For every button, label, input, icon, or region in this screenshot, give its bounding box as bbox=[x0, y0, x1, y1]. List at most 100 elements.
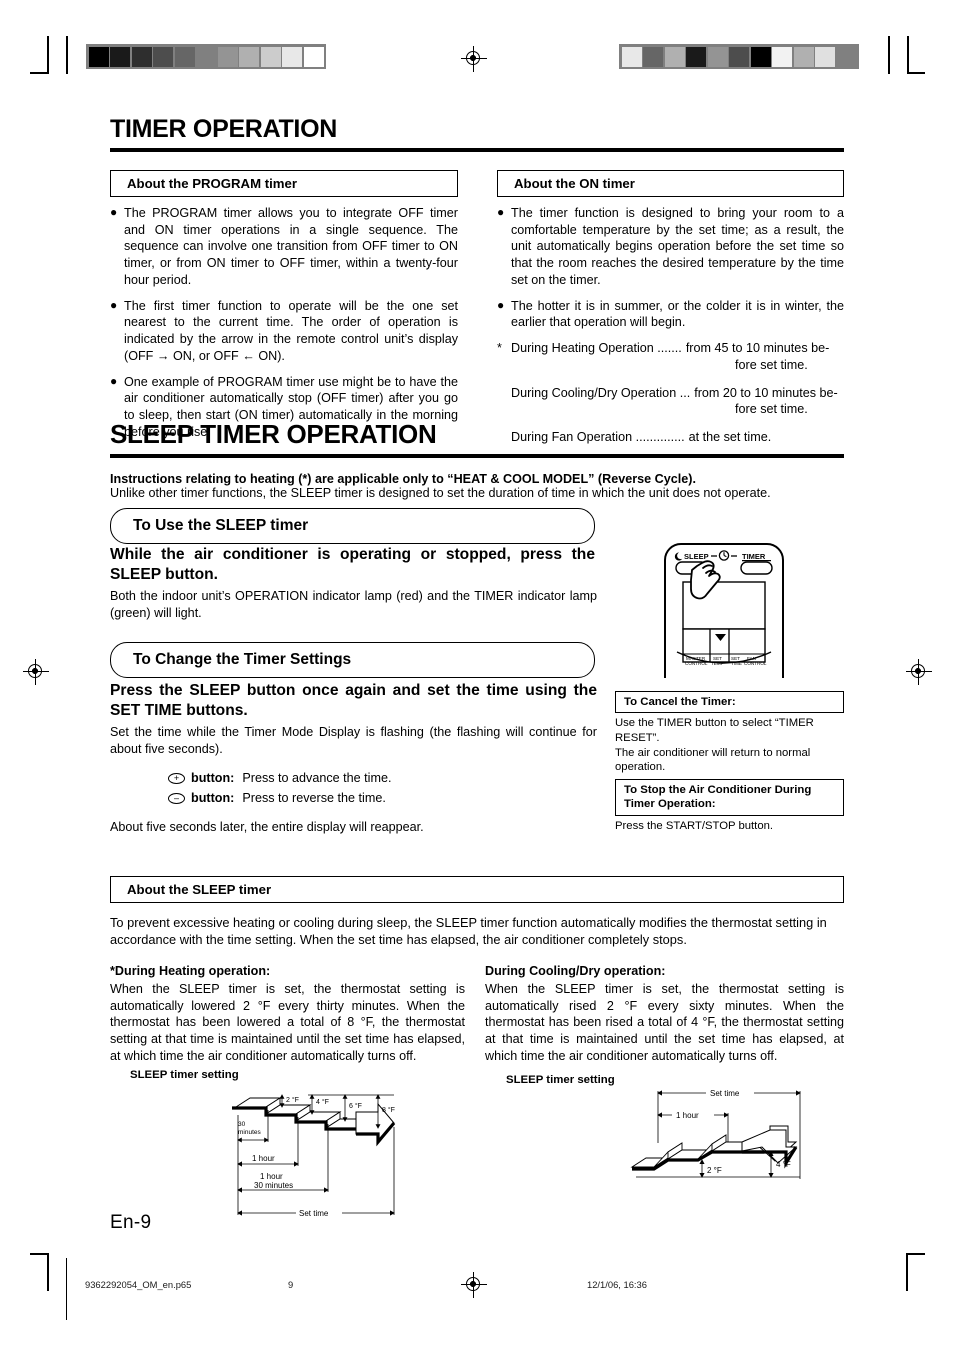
about-sleep-timer-body: To prevent excessive heating or cooling … bbox=[110, 915, 827, 948]
bullet-dot-icon: ● bbox=[110, 297, 118, 312]
on-timer-row-heating-value2: fore set time. bbox=[735, 357, 808, 372]
calibration-swatch bbox=[131, 46, 152, 67]
calibration-swatch bbox=[729, 46, 749, 67]
svg-text:SLEEP: SLEEP bbox=[684, 552, 709, 561]
calibration-swatch bbox=[815, 46, 835, 67]
calibration-swatch bbox=[196, 46, 216, 67]
on-timer-row-fan: During Fan Operation .............. at t… bbox=[497, 429, 844, 446]
registration-mark-left bbox=[23, 659, 49, 685]
on-timer-row-fan-value: at the set time. bbox=[688, 430, 772, 445]
to-use-sleep-timer-detail: Both the indoor unit’s OPERATION indicat… bbox=[110, 589, 597, 620]
page-number: En-9 bbox=[110, 1212, 152, 1233]
on-timer-panel: About the ON timer ● The timer function … bbox=[497, 170, 844, 446]
calibration-swatch bbox=[621, 46, 642, 67]
calibration-swatch bbox=[88, 46, 109, 67]
on-timer-row-heating-cont: fore set time. bbox=[497, 357, 844, 374]
set-time-minus-row: – button: Press to reverse the time. bbox=[168, 789, 391, 809]
stop-air-conditioner-heading: To Stop the Air Conditioner During Timer… bbox=[615, 779, 844, 816]
minus-button-icon[interactable]: – bbox=[168, 792, 185, 804]
registration-mark-bottom-center bbox=[461, 1272, 487, 1298]
to-change-timer-settings-detail: Set the time while the Timer Mode Displa… bbox=[110, 725, 597, 756]
about-sleep-timer-panel: About the SLEEP timer To prevent excessi… bbox=[110, 876, 844, 949]
footer-timestamp: 12/1/06, 16:36 bbox=[587, 1279, 647, 1290]
program-timer-heading: About the PROGRAM timer bbox=[110, 170, 458, 197]
cooling-diagram-caption: SLEEP timer setting bbox=[506, 1074, 615, 1086]
svg-text:Set time: Set time bbox=[710, 1089, 740, 1098]
about-sleep-timer-heading: About the SLEEP timer bbox=[110, 876, 844, 903]
section-rule-1 bbox=[110, 148, 844, 152]
minus-button-label: button: bbox=[191, 790, 235, 805]
registration-mark-top-center bbox=[461, 46, 487, 72]
heating-diagram: 2 °F 4 °F 6 °F 8 °F 30 minutes 1 hour 1 … bbox=[228, 1082, 400, 1220]
svg-text:1 hour: 1 hour bbox=[252, 1154, 275, 1163]
calibration-swatch bbox=[836, 46, 857, 67]
calibration-swatch bbox=[643, 46, 663, 67]
heating-operation-body: When the SLEEP timer is set, the thermos… bbox=[110, 982, 465, 1063]
calibration-swatch bbox=[772, 46, 792, 67]
bullet-dot-icon: ● bbox=[497, 297, 505, 312]
svg-text:1 hour: 1 hour bbox=[676, 1111, 699, 1120]
svg-text:6 °F: 6 °F bbox=[349, 1102, 362, 1110]
on-timer-heading: About the ON timer bbox=[497, 170, 844, 197]
sleep-intro-text: Unlike other timer functions, the SLEEP … bbox=[110, 486, 771, 500]
calibration-swatch bbox=[282, 46, 302, 67]
calibration-swatch bbox=[239, 46, 259, 67]
svg-text:2 °F: 2 °F bbox=[286, 1096, 299, 1104]
program-bullet-2: ● The first timer function to operate wi… bbox=[110, 298, 458, 365]
to-change-timer-settings-heading: To Change the Timer Settings bbox=[110, 642, 595, 678]
on-bullet-2-text: The hotter it is in summer, or the colde… bbox=[511, 298, 844, 330]
calibration-swatch bbox=[793, 46, 814, 67]
on-timer-row-heating: * During Heating Operation ....... from … bbox=[497, 340, 844, 357]
on-bullet-1-text: The timer function is designed to bring … bbox=[511, 206, 844, 287]
crop-mark-bottom-right-v bbox=[906, 1253, 908, 1291]
calibration-swatch bbox=[750, 46, 771, 67]
crop-mark-top-left-v2 bbox=[66, 36, 68, 74]
calibration-swatch bbox=[174, 46, 195, 67]
stop-air-conditioner-panel: To Stop the Air Conditioner During Timer… bbox=[615, 779, 844, 833]
on-timer-row-cooling-value: from 20 to 10 minutes be- bbox=[694, 385, 838, 400]
set-time-button-list: + button: Press to advance the time. – b… bbox=[168, 769, 391, 808]
on-timer-row-cooling: During Cooling/Dry Operation ... from 20… bbox=[497, 385, 844, 402]
section-rule-2 bbox=[110, 454, 844, 458]
registration-mark-right bbox=[906, 659, 932, 685]
to-use-sleep-timer-heading: To Use the SLEEP timer bbox=[110, 508, 595, 544]
calibration-swatch bbox=[153, 46, 173, 67]
on-timer-row-heating-value: from 45 to 10 minutes be- bbox=[685, 341, 830, 356]
crop-mark-bottom-left-v bbox=[47, 1253, 49, 1291]
bullet-dot-icon: ● bbox=[497, 205, 505, 219]
calibration-swatch bbox=[707, 46, 728, 67]
svg-text:30: 30 bbox=[238, 1121, 246, 1128]
crop-mark-bottom-left-h bbox=[30, 1253, 48, 1255]
calibration-swatch bbox=[217, 46, 238, 67]
on-bullet-1: ● The timer function is designed to brin… bbox=[497, 205, 844, 289]
calibration-swatch bbox=[260, 46, 281, 67]
plus-button-icon[interactable]: + bbox=[168, 773, 185, 785]
program-bullet-1-text: The PROGRAM timer allows you to integrat… bbox=[124, 206, 458, 287]
svg-text:4 °F: 4 °F bbox=[316, 1098, 329, 1106]
svg-text:4 °F: 4 °F bbox=[776, 1160, 791, 1169]
to-use-sleep-timer-instruction: While the air conditioner is operating o… bbox=[110, 546, 595, 583]
on-timer-row-cooling-label: During Cooling/Dry Operation ... bbox=[511, 385, 691, 400]
footer-page-number: 9 bbox=[288, 1279, 294, 1290]
cancel-timer-body: Use the TIMER button to select “TIMER RE… bbox=[615, 717, 814, 774]
on-timer-row-cooling-cont: fore set time. bbox=[497, 401, 844, 418]
grayscale-calibration-strip-left bbox=[86, 44, 326, 69]
on-timer-row-cooling-value2: fore set time. bbox=[735, 402, 808, 417]
crop-mark-top-right-h bbox=[907, 72, 925, 74]
svg-text:30 minutes: 30 minutes bbox=[254, 1181, 293, 1190]
bullet-dot-icon: ● bbox=[110, 205, 118, 219]
svg-text:Set time: Set time bbox=[299, 1209, 329, 1218]
footer-filename: 9362292054_OM_en.p65 bbox=[85, 1279, 192, 1290]
footnote-marker: * bbox=[497, 341, 502, 356]
program-timer-panel: About the PROGRAM timer ● The PROGRAM ti… bbox=[110, 170, 458, 450]
on-timer-row-fan-label: During Fan Operation .............. bbox=[511, 430, 685, 445]
section-title-sleep-timer-operation: SLEEP TIMER OPERATION bbox=[110, 419, 437, 449]
manual-page: TIMER OPERATION About the PROGRAM timer … bbox=[0, 0, 954, 1351]
plus-button-label: button: bbox=[191, 771, 235, 785]
remote-control-illustration: SLEEP TIMER MASTER CONTROL SET TEMP SET bbox=[663, 542, 785, 678]
svg-text:minutes: minutes bbox=[238, 1129, 262, 1136]
cooling-operation-heading: During Cooling/Dry operation: bbox=[485, 964, 666, 978]
on-bullet-2: ● The hotter it is in summer, or the col… bbox=[497, 298, 844, 331]
